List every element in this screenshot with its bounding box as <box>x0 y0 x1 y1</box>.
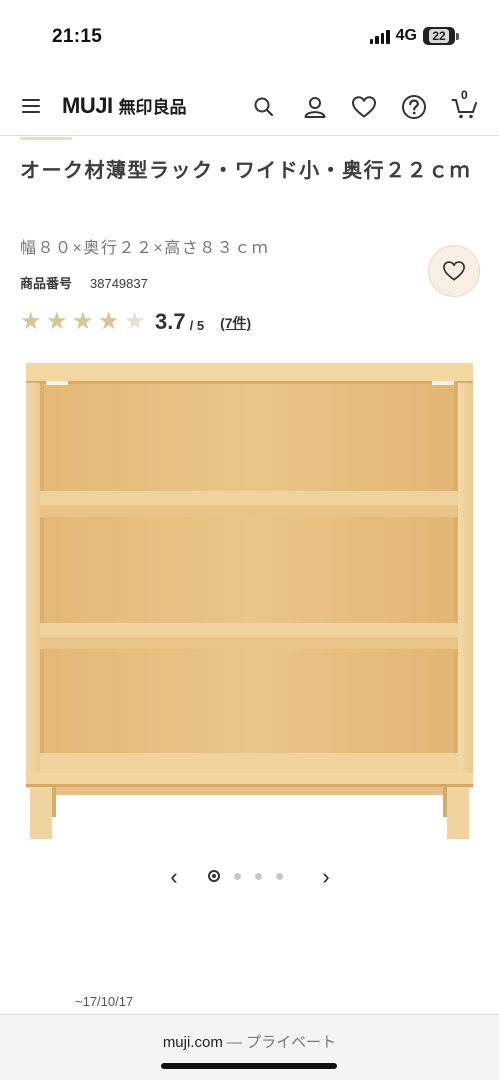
rating-max: / 5 <box>189 317 205 333</box>
product-image[interactable] <box>0 355 499 850</box>
star-icon: ★★ <box>98 308 120 335</box>
bookshelf-image <box>26 363 473 839</box>
address-bar[interactable]: muji.com — プライベート <box>0 1031 499 1052</box>
product-code-label: 商品番号 <box>20 276 73 291</box>
product-size: 幅８０×奥行２２×高さ８３ｃｍ <box>20 240 270 257</box>
star-icon: ★★ <box>46 308 68 335</box>
favorite-button[interactable] <box>428 245 480 297</box>
battery-level: 22 <box>429 29 449 43</box>
menu-icon[interactable] <box>22 99 40 113</box>
heart-icon[interactable] <box>350 93 378 121</box>
signal-icon <box>369 29 390 44</box>
carousel-dot[interactable] <box>234 872 241 880</box>
rating-row: ★★★★★★★★★★ 3.7 / 5 (7件) <box>20 309 251 335</box>
product-code: 38749837 <box>90 276 148 291</box>
star-icon: ★★ <box>124 308 146 335</box>
help-icon[interactable] <box>400 93 428 121</box>
account-icon[interactable] <box>301 93 329 121</box>
product-title: オーク材薄型ラック・ワイド小・奥行２２ｃｍ <box>20 160 472 182</box>
status-time: 21:15 <box>52 26 103 47</box>
logo-jp-text: 無印良品 <box>118 98 187 117</box>
network-type: 4G <box>395 27 417 44</box>
battery-icon: 22 <box>423 27 455 45</box>
star-icon: ★★ <box>72 308 94 335</box>
product-code-row: 商品番号 38749837 <box>20 273 148 292</box>
carousel-dot[interactable] <box>255 872 262 880</box>
cart-count: 0 <box>461 88 468 102</box>
battery-tip <box>456 32 459 40</box>
status-bar: 21:15 4G 22 <box>0 0 499 70</box>
site-header: MUJI 無印良品 0 <box>0 78 499 136</box>
header-accent-line <box>20 137 72 140</box>
carousel-dot[interactable] <box>208 870 220 882</box>
rating-stars: ★★★★★★★★★★ <box>20 309 149 335</box>
date-note: ~17/10/17 <box>75 994 134 1009</box>
rating-value: 3.7 <box>155 309 186 334</box>
browser-bottom-bar: muji.com — プライベート <box>0 1014 499 1080</box>
carousel-next-button[interactable]: › <box>316 864 336 890</box>
carousel-dot[interactable] <box>276 872 283 880</box>
carousel-prev-button[interactable]: ‹ <box>164 864 184 890</box>
domain-text: muji.com <box>162 1034 223 1051</box>
muji-logo[interactable]: MUJI 無印良品 <box>62 93 187 119</box>
status-indicators: 4G 22 <box>369 27 459 45</box>
star-icon: ★★ <box>20 308 42 335</box>
carousel-dots <box>208 870 283 882</box>
home-indicator[interactable] <box>161 1063 337 1069</box>
image-carousel-controls: ‹ › <box>0 862 499 890</box>
review-count-link[interactable]: (7件) <box>220 313 251 333</box>
search-icon[interactable] <box>250 93 278 121</box>
cart-icon[interactable]: 0 <box>451 88 479 121</box>
private-label: — プライベート <box>222 1034 337 1051</box>
heart-icon <box>443 261 465 281</box>
logo-text: MUJI <box>62 93 113 118</box>
